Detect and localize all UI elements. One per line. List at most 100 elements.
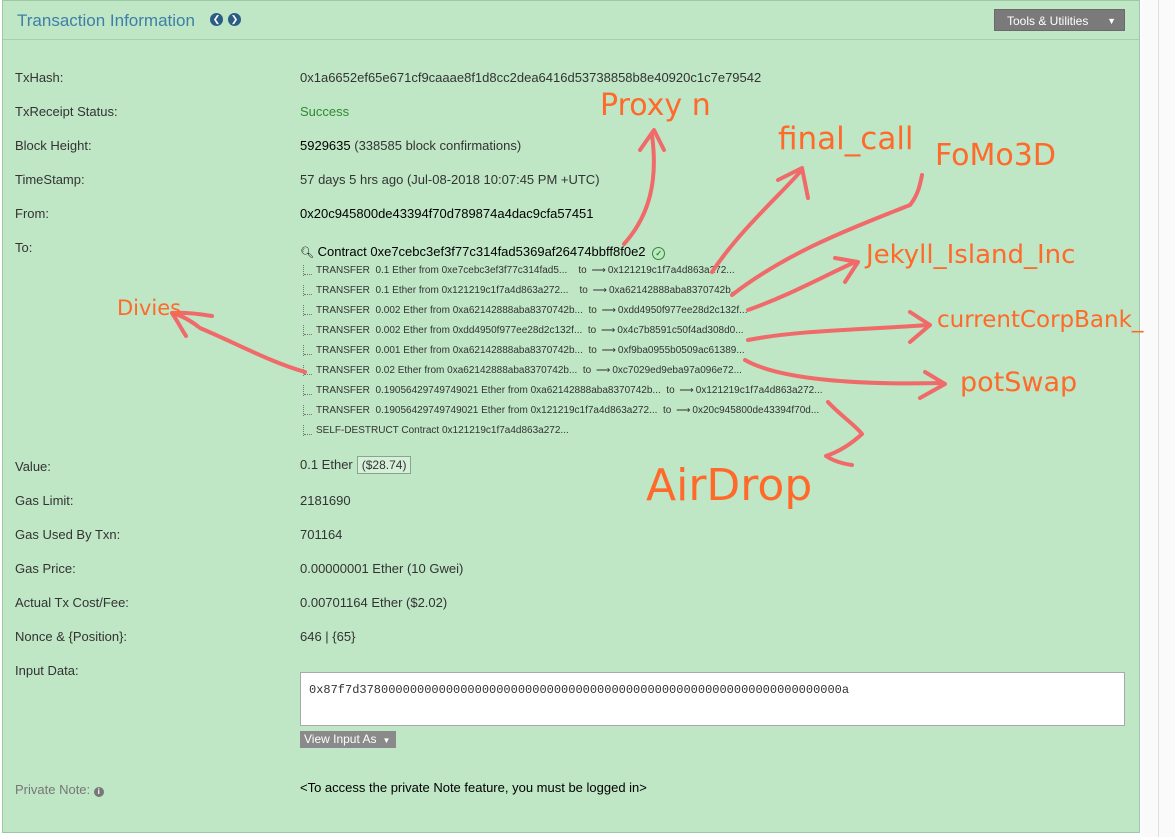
transfer-to-label: to (578, 265, 587, 276)
transfer-to-link[interactable]: 0xa62142888aba8370742b... (609, 285, 739, 296)
transfer-from-link[interactable]: 0x121219c1f7a4d863a272... (442, 285, 569, 296)
annotation-proxy: Proxy n (600, 88, 711, 123)
contract-prefix: Contract (317, 244, 367, 259)
block-confirmations: (338585 block confirmations) (354, 138, 522, 153)
arrow-right-icon: ⟶ (676, 405, 691, 416)
view-input-as-label: View Input As (304, 732, 377, 746)
usd-value-badge: ($28.74) (356, 456, 412, 474)
txhash-label: TxHash: (15, 70, 64, 85)
transfer-type: TRANSFER (316, 385, 370, 396)
annotation-final-call: final_call (778, 121, 914, 157)
arrow-right-icon: ⟶ (600, 325, 616, 336)
gas-limit-label: Gas Limit: (15, 493, 74, 508)
transfer-from-link[interactable]: 0xdd4950f977ee28d2c132f... (453, 325, 583, 336)
transfer-type: TRANSFER (316, 305, 370, 316)
nonce-label: Nonce & {Position}: (15, 629, 128, 644)
transfer-row: TRANSFER 0.1 Ether from 0xe7cebc3ef3f77c… (303, 265, 735, 276)
chevron-right-icon[interactable]: ❯ (228, 13, 241, 26)
gas-price-value: 0.00000001 Ether (10 Gwei) (300, 561, 464, 576)
from-address-link[interactable]: 0x20c945800de43394f70d789874a4dac9cfa574… (300, 206, 594, 221)
transfer-to-label: to (582, 365, 592, 376)
arrow-right-icon: ⟶ (601, 305, 616, 316)
transfer-from-link[interactable]: 0xa62142888aba8370742b... (453, 305, 583, 316)
transfer-type: TRANSFER (316, 285, 370, 296)
check-circle-icon: ✓ (652, 247, 666, 260)
self-destruct-row: SELF-DESTRUCT Contract 0x121219c1f7a4d86… (303, 425, 569, 436)
self-destruct-type: SELF-DESTRUCT (316, 425, 399, 436)
to-address-link[interactable]: 0xe7cebc3ef3f77c314fad5369af26474bbff8f0… (370, 244, 645, 259)
private-note-label: Private Note: i (15, 782, 104, 797)
chevron-left-icon[interactable]: ❮ (210, 13, 223, 26)
fee-value: 0.00701164 Ether ($2.02) (300, 595, 448, 610)
self-destruct-label: Contract (401, 425, 440, 436)
transfer-amount: 0.002 Ether from (375, 305, 450, 316)
value-field: 0.1 Ether ($28.74) (300, 456, 412, 474)
divider (1158, 0, 1159, 837)
transfer-to-label: to (587, 325, 597, 336)
arrow-right-icon: ⟶ (596, 365, 611, 376)
transfer-amount: 0.1 Ether from (375, 285, 439, 296)
fee-label: Actual Tx Cost/Fee: (15, 595, 129, 610)
transfer-row: TRANSFER 0.002 Ether from 0xa62142888aba… (303, 305, 747, 316)
input-data-textarea[interactable]: 0x87f7d378000000000000000000000000000000… (300, 672, 1125, 726)
from-label: From: (15, 206, 49, 221)
tools-utilities-label: Tools & Utilities (1007, 14, 1089, 28)
gas-price-label: Gas Price: (15, 561, 76, 576)
transfer-to-link[interactable]: 0xc7029ed9eba97a096e72... (612, 365, 742, 376)
transfer-amount: 0.02 Ether from (375, 365, 445, 376)
caret-down-icon: ▼ (382, 736, 391, 745)
transfer-to-link[interactable]: 0x121219c1f7a4d863a272... (608, 265, 735, 276)
transfer-type: TRANSFER (316, 325, 370, 336)
transfer-to-label: to (588, 305, 597, 316)
annotation-divies: Divies (117, 296, 182, 320)
transfer-from-link[interactable]: 0xa62142888aba8370742b... (447, 365, 577, 376)
transfer-row: TRANSFER 0.19056429749749021 Ether from … (303, 405, 819, 416)
transfer-type: TRANSFER (316, 405, 370, 416)
transfer-to-link[interactable]: 0xdd4950f977ee28d2c132f... (618, 305, 748, 316)
transfer-to-label: to (588, 345, 597, 356)
transfer-amount: 0.1 Ether from (375, 265, 439, 276)
to-contract: 🔍︎ Contract 0xe7cebc3ef3f77c314fad5369af… (300, 244, 666, 260)
status-label: TxReceipt Status: (15, 104, 118, 119)
timestamp-value: 57 days 5 hrs ago (Jul-08-2018 10:07:45 … (300, 172, 600, 187)
transfer-from-link[interactable]: 0xa62142888aba8370742b... (453, 345, 583, 356)
transfer-to-link[interactable]: 0x4c7b8591c50f4ad308d0... (617, 325, 743, 336)
block-height: 5929635 (338585 block confirmations) (300, 138, 521, 153)
block-label: Block Height: (15, 138, 92, 153)
block-number-link[interactable]: 5929635 (300, 138, 351, 153)
info-icon[interactable]: i (93, 787, 104, 797)
transfer-to-label: to (662, 405, 672, 416)
annotation-airdrop: AirDrop (646, 460, 813, 511)
transfer-type: TRANSFER (316, 345, 370, 356)
status-value: Success (300, 104, 350, 119)
arrow-right-icon: ⟶ (601, 345, 616, 356)
transfer-row: TRANSFER 0.1 Ether from 0x121219c1f7a4d8… (303, 285, 739, 296)
annotation-pot-swap: potSwap (960, 367, 1078, 398)
annotation-fomo3d: FoMo3D (935, 138, 1056, 173)
transfer-from-link[interactable]: 0xa62142888aba8370742b... (531, 385, 661, 396)
transfer-row: TRANSFER 0.02 Ether from 0xa62142888aba8… (303, 365, 742, 376)
arrow-right-icon: ⟶ (679, 385, 694, 396)
value-label: Value: (15, 459, 51, 474)
transfer-to-link[interactable]: 0x121219c1f7a4d863a272... (696, 385, 823, 396)
magnifier-icon[interactable]: 🔍︎ (300, 247, 314, 259)
transfer-amount: 0.002 Ether from (375, 325, 450, 336)
self-destruct-address-link[interactable]: 0x121219c1f7a4d863a272... (442, 425, 569, 436)
annotation-corp-bank: currentCorpBank_ (937, 307, 1144, 333)
transfer-row: TRANSFER 0.19056429749749021 Ether from … (303, 385, 823, 396)
transfer-to-link[interactable]: 0x20c945800de43394f70d... (692, 405, 819, 416)
arrow-right-icon: ⟶ (592, 285, 607, 296)
private-note-label-text: Private Note: (15, 782, 91, 797)
value-amount: 0.1 Ether (300, 457, 353, 472)
transfer-from-link[interactable]: 0x121219c1f7a4d863a272... (531, 405, 658, 416)
annotation-jekyll: Jekyll_Island_Inc (866, 240, 1076, 270)
private-note-value: <To access the private Note feature, you… (300, 780, 647, 795)
transfer-to-label: to (579, 285, 588, 296)
timestamp-label: TimeStamp: (15, 172, 85, 187)
transfer-type: TRANSFER (316, 265, 370, 276)
transfer-to-link[interactable]: 0xf9ba0955b0509ac61389... (618, 345, 745, 356)
txhash-value[interactable]: 0x1a6652ef65e671cf9caaae8f1d8cc2dea6416d… (300, 70, 761, 85)
transfer-from-link[interactable]: 0xe7cebc3ef3f77c314fad5... (442, 265, 568, 276)
view-input-as-button[interactable]: View Input As ▼ (300, 731, 396, 748)
tools-utilities-button[interactable]: Tools & Utilities ▼ (994, 9, 1125, 31)
